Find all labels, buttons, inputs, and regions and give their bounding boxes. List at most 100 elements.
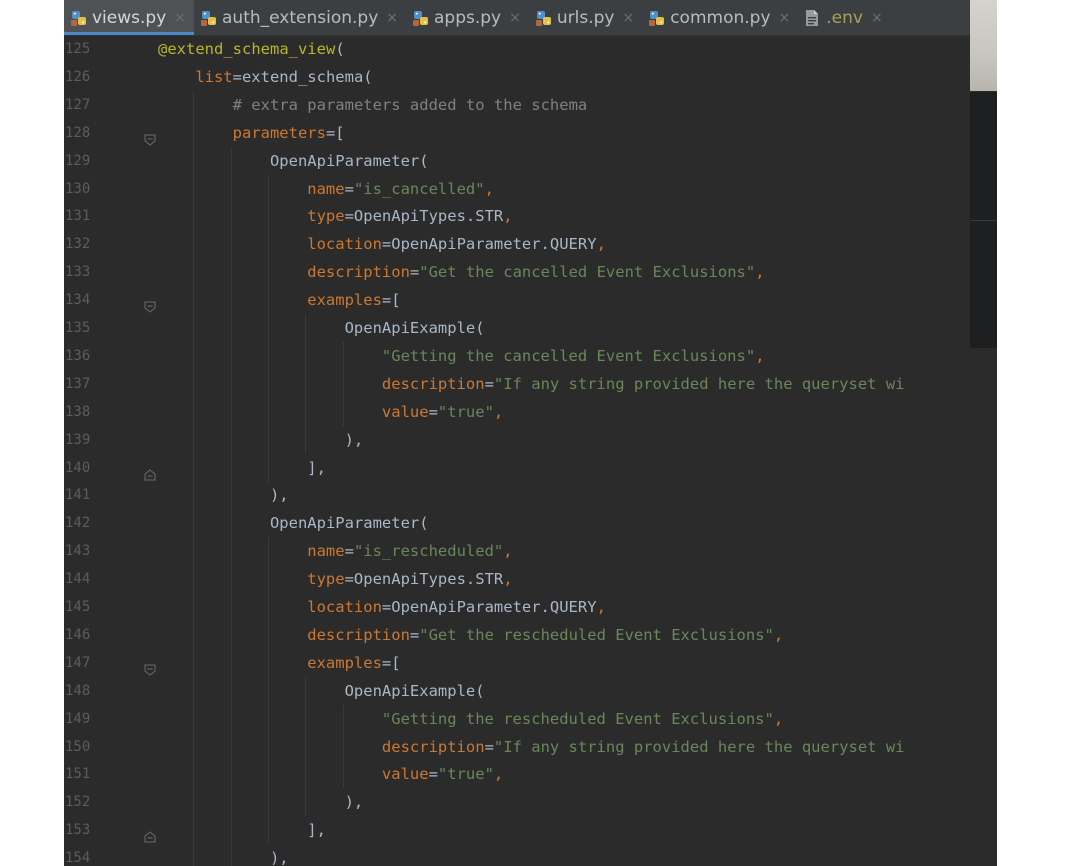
code-token: list	[195, 67, 233, 86]
code-line[interactable]: 138 value="true",	[64, 398, 997, 426]
line-number: 153	[65, 822, 91, 839]
code-line[interactable]: 134 examples=[	[64, 286, 997, 314]
python-file-icon	[535, 9, 553, 27]
code-line[interactable]: 154),	[64, 844, 997, 866]
tab-auth-extension-py[interactable]: auth_extension.py ×	[194, 0, 406, 35]
tab-urls-py[interactable]: urls.py ×	[529, 0, 642, 35]
code-line[interactable]: 135 OpenApiExample(	[64, 314, 997, 342]
line-number: 132	[65, 236, 91, 253]
line-number: 149	[65, 710, 91, 727]
python-file-icon	[412, 9, 430, 27]
line-number: 126	[65, 68, 91, 85]
code-line[interactable]: 137 description="If any string provided h…	[64, 370, 997, 398]
code-line[interactable]: 136 "Getting the cancelled Event Exclusio…	[64, 342, 997, 370]
close-icon[interactable]: ×	[779, 10, 791, 26]
code-token: "Get the cancelled Event Exclusions"	[419, 263, 756, 282]
code-token: OpenApiExample(	[344, 319, 485, 337]
fold-close-icon[interactable]	[144, 824, 156, 843]
code-text: ],	[307, 816, 326, 844]
code-token: examples	[307, 291, 382, 310]
code-line[interactable]: 125 @extend_schema_view(	[64, 35, 997, 63]
code-text: list=extend_schema(	[195, 63, 372, 91]
code-token: ,	[503, 207, 513, 226]
code-text: parameters=[	[233, 119, 345, 147]
code-text: OpenApiParameter(	[270, 147, 429, 175]
code-token: =	[344, 179, 354, 198]
fold-close-icon[interactable]	[144, 462, 156, 480]
code-text: examples=[	[307, 286, 400, 314]
code-line[interactable]: 127 # extra parameters added to the schem…	[64, 91, 997, 119]
code-line[interactable]: 126 list=extend_schema(	[64, 63, 997, 91]
code-token: examples	[307, 653, 382, 672]
panel-separator	[970, 220, 997, 221]
code-line[interactable]: 149 "Getting the rescheduled Event Exclus…	[64, 705, 997, 733]
line-number: 140	[65, 459, 91, 476]
close-icon[interactable]: ×	[509, 10, 521, 26]
tab-apps-py[interactable]: apps.py ×	[406, 0, 529, 35]
code-line[interactable]: 133 description="Get the cancelled Event …	[64, 258, 997, 286]
line-number: 133	[65, 264, 91, 281]
code-line[interactable]: 129 OpenApiParameter(	[64, 147, 997, 175]
code-line[interactable]: 146 description="Get the rescheduled Even…	[64, 621, 997, 649]
code-line[interactable]: 131 type=OpenApiTypes.STR,	[64, 202, 997, 230]
close-icon[interactable]: ×	[174, 10, 186, 26]
tab-common-py[interactable]: common.py ×	[642, 0, 798, 35]
code-text: OpenApiExample(	[345, 314, 485, 342]
tab-label: apps.py	[434, 7, 502, 28]
code-line[interactable]: 140],	[64, 454, 997, 482]
code-token: =[	[381, 653, 401, 672]
code-line[interactable]: 130 name="is_cancelled",	[64, 175, 997, 203]
code-token: =	[428, 765, 438, 784]
tab-views-py[interactable]: views.py ×	[64, 0, 194, 35]
line-number: 142	[65, 515, 91, 532]
line-number: 141	[65, 487, 91, 504]
tab-env[interactable]: .env ×	[798, 0, 890, 35]
code-editor[interactable]: 125 @extend_schema_view(126 list=extend_sc…	[64, 35, 997, 866]
code-text: examples=[	[307, 649, 400, 677]
fold-open-icon[interactable]	[144, 127, 156, 146]
code-token: =	[344, 542, 354, 561]
code-line[interactable]: 145 location=OpenApiParameter.QUERY,	[64, 593, 997, 621]
line-number: 127	[65, 96, 91, 113]
code-line[interactable]: 144 type=OpenApiTypes.STR,	[64, 565, 997, 593]
code-text: ],	[307, 454, 326, 482]
line-number: 143	[65, 543, 91, 560]
code-token: location	[307, 598, 382, 616]
code-token: description	[381, 374, 485, 393]
code-token: type	[307, 570, 345, 589]
code-token: OpenApiParameter(	[269, 151, 429, 170]
code-token: @extend_schema_view	[158, 40, 336, 58]
code-token: =OpenApiTypes.STR	[344, 207, 504, 226]
close-icon[interactable]: ×	[622, 10, 634, 26]
line-number: 125	[65, 41, 91, 57]
code-text: type=OpenApiTypes.STR,	[307, 202, 512, 230]
line-number: 147	[65, 654, 91, 671]
code-text: name="is_rescheduled",	[307, 537, 512, 565]
code-line[interactable]: 142 OpenApiParameter(	[64, 509, 997, 537]
code-line[interactable]: 147 examples=[	[64, 649, 997, 677]
code-text: ),	[345, 426, 364, 454]
line-number: 137	[65, 375, 91, 392]
code-line[interactable]: 150 description="If any string provided h…	[64, 733, 997, 761]
text-file-icon	[804, 9, 822, 27]
code-token: ,	[596, 235, 606, 254]
fold-open-icon[interactable]	[144, 294, 156, 313]
code-token: name	[307, 542, 345, 561]
code-token: =extend_schema(	[232, 67, 373, 86]
code-line[interactable]: 141),	[64, 481, 997, 509]
code-line[interactable]: 139),	[64, 426, 997, 454]
code-line[interactable]: 152),	[64, 788, 997, 816]
code-line[interactable]: 151 value="true",	[64, 760, 997, 788]
line-number: 128	[65, 124, 91, 141]
line-number: 151	[65, 766, 91, 783]
code-line[interactable]: 153],	[64, 816, 997, 844]
code-token: ,	[755, 346, 765, 365]
close-icon[interactable]: ×	[871, 10, 883, 26]
code-line[interactable]: 128 parameters=[	[64, 119, 997, 147]
code-line[interactable]: 148 OpenApiExample(	[64, 677, 997, 705]
code-line[interactable]: 132 location=OpenApiParameter.QUERY,	[64, 230, 997, 258]
code-token: "is_rescheduled"	[353, 542, 504, 561]
fold-open-icon[interactable]	[144, 657, 156, 676]
close-icon[interactable]: ×	[386, 10, 398, 26]
code-line[interactable]: 143 name="is_rescheduled",	[64, 537, 997, 565]
